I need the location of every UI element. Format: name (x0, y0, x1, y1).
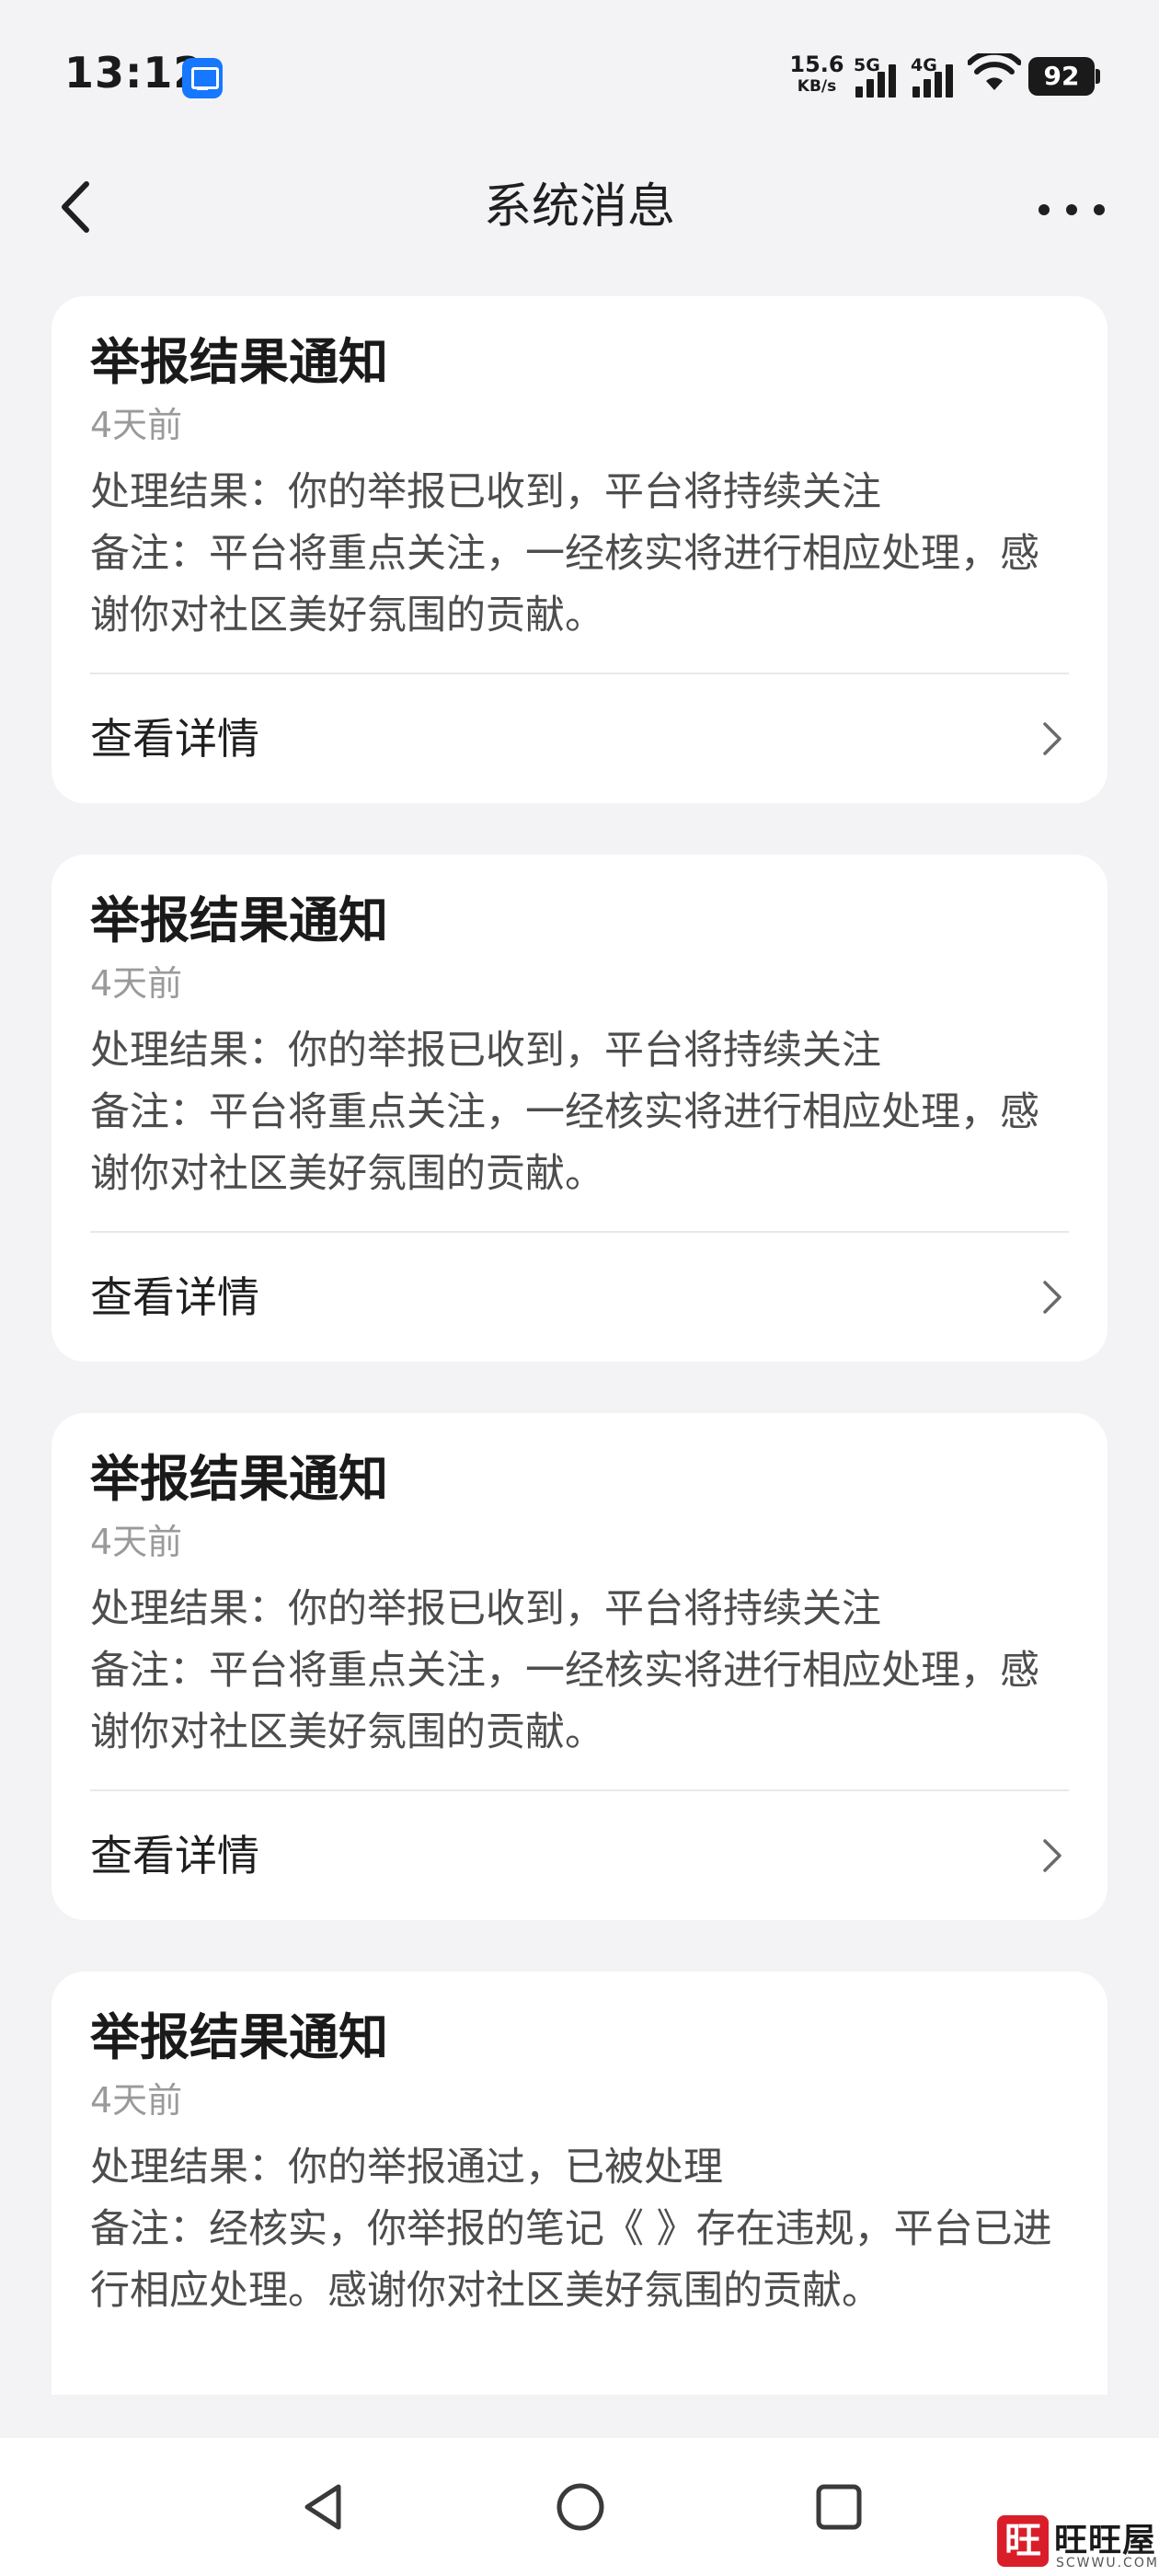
signal-4g-icon: 4G (911, 55, 958, 98)
message-time: 4天前 (90, 963, 183, 1004)
message-card: 举报结果通知 4天前 处理结果：你的举报已收到，平台将持续关注 备注：平台将重点… (52, 1413, 1107, 1920)
view-details-button[interactable]: 查看详情 (90, 1791, 1069, 1920)
circle-home-icon[interactable] (548, 2479, 613, 2535)
signal-5g-icon: 5G (854, 55, 901, 98)
message-note-line: 备注：平台将重点关注，一经核实将进行相应处理，感谢你对社区美好氛围的贡献。 (90, 1089, 1039, 1197)
message-result-line: 处理结果：你的举报通过，已被处理 (90, 2145, 723, 2191)
message-result-line: 处理结果：你的举报已收到，平台将持续关注 (90, 1028, 881, 1074)
watermark-text: 旺旺屋 (1054, 2521, 1157, 2559)
message-body: 处理结果：你的举报通过，已被处理 备注：经核实，你举报的笔记《 》存在违规，平台… (90, 2137, 1069, 2322)
watermark-seal: 旺 (997, 2515, 1049, 2567)
view-details-label: 查看详情 (90, 1272, 259, 1322)
message-title: 举报结果通知 (90, 2008, 388, 2066)
network-speed: 15.6 KB/s (789, 53, 844, 95)
message-list: 举报结果通知 4天前 处理结果：你的举报已收到，平台将持续关注 备注：平台将重点… (52, 296, 1107, 2446)
chevron-right-icon (1043, 1839, 1061, 1872)
message-note-line: 备注：平台将重点关注，一经核实将进行相应处理，感谢你对社区美好氛围的贡献。 (90, 1648, 1039, 1755)
system-nav-bar (0, 2438, 1159, 2576)
signal-5g-label: 5G (854, 55, 880, 75)
message-title: 举报结果通知 (90, 333, 388, 391)
view-details-label: 查看详情 (90, 1831, 259, 1880)
message-result-line: 处理结果：你的举报已收到，平台将持续关注 (90, 1586, 881, 1632)
app-header: 系统消息 (0, 147, 1159, 267)
message-time: 4天前 (90, 2080, 183, 2121)
view-details-button[interactable]: 查看详情 (90, 674, 1069, 803)
screen-cast-icon (182, 58, 223, 98)
message-result-line: 处理结果：你的举报已收到，平台将持续关注 (90, 469, 881, 515)
signal-4g-label: 4G (911, 55, 937, 75)
message-body: 处理结果：你的举报已收到，平台将持续关注 备注：平台将重点关注，一经核实将进行相… (90, 1020, 1069, 1205)
more-options-button[interactable] (1030, 175, 1113, 239)
message-title: 举报结果通知 (90, 1450, 388, 1508)
battery-indicator: 92 (1028, 57, 1100, 96)
page-title: 系统消息 (483, 179, 675, 235)
chevron-right-icon (1043, 1281, 1061, 1314)
message-title: 举报结果通知 (90, 891, 388, 949)
message-note-line: 备注：平台将重点关注，一经核实将进行相应处理，感谢你对社区美好氛围的贡献。 (90, 531, 1039, 638)
message-card: 举报结果通知 4天前 处理结果：你的举报已收到，平台将持续关注 备注：平台将重点… (52, 855, 1107, 1362)
triangle-back-icon[interactable] (293, 2479, 357, 2535)
message-card: 举报结果通知 4天前 处理结果：你的举报已收到，平台将持续关注 备注：平台将重点… (52, 296, 1107, 803)
watermark-logo: 旺 旺旺屋 SCWWU.COM (997, 2512, 1159, 2576)
network-speed-unit: KB/s (797, 77, 837, 96)
network-speed-value: 15.6 (789, 52, 844, 77)
message-body: 处理结果：你的举报已收到，平台将持续关注 备注：平台将重点关注，一经核实将进行相… (90, 1579, 1069, 1764)
status-bar: 13:12 15.6 KB/s 5G 4G 92 (0, 0, 1159, 147)
message-note-line: 备注：经核实，你举报的笔记《 》存在违规，平台已进行相应处理。感谢你对社区美好氛… (90, 2206, 1052, 2314)
wifi-icon (968, 53, 1021, 90)
message-time: 4天前 (90, 405, 183, 445)
square-recents-icon[interactable] (806, 2479, 870, 2535)
message-time: 4天前 (90, 1522, 183, 1562)
view-details-label: 查看详情 (90, 714, 259, 764)
message-card: 举报结果通知 4天前 处理结果：你的举报通过，已被处理 备注：经核实，你举报的笔… (52, 1972, 1107, 2395)
chevron-right-icon (1043, 722, 1061, 755)
watermark-subtext: SCWWU.COM (1056, 2556, 1159, 2570)
view-details-button[interactable]: 查看详情 (90, 1233, 1069, 1362)
message-body: 处理结果：你的举报已收到，平台将持续关注 备注：平台将重点关注，一经核实将进行相… (90, 462, 1069, 647)
screen: 13:12 15.6 KB/s 5G 4G 92 系统消息 举报结果通知 4天前… (0, 0, 1159, 2576)
